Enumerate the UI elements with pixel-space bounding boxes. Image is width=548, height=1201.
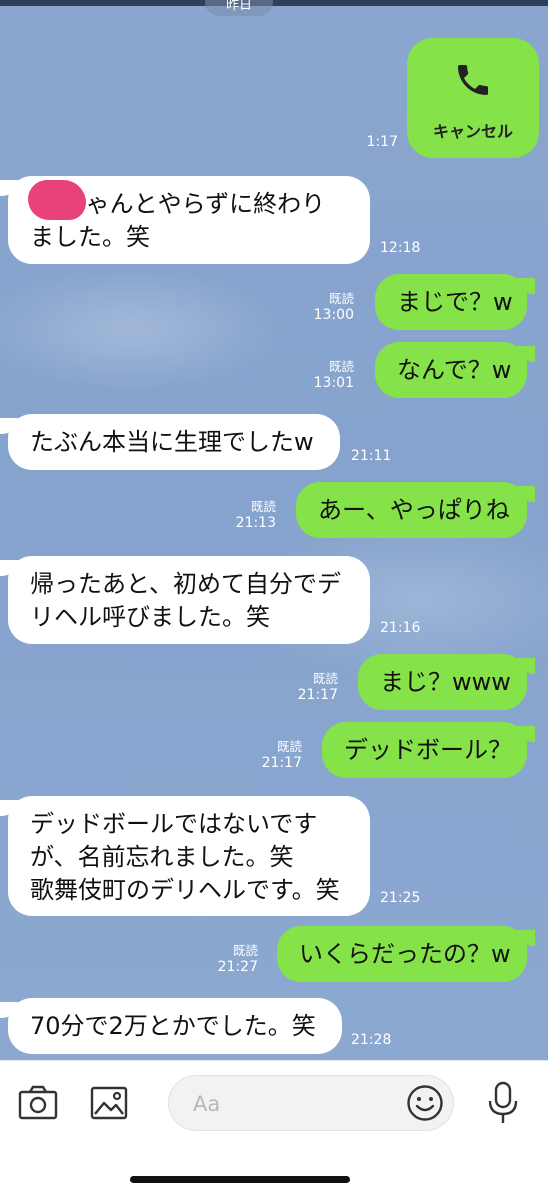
message-time: 21:25 (380, 890, 421, 906)
message-meta: 21:25 (380, 890, 444, 907)
message-text-line: いくらだったの？w (299, 940, 511, 968)
image-icon[interactable] (90, 1086, 128, 1120)
message-meta: 既読 13:00 (290, 290, 354, 324)
message-time: 21:11 (351, 448, 392, 464)
read-receipt: 既読 (312, 671, 338, 686)
message-text-line: 歌舞伎町のデリヘルです。笑 (30, 876, 340, 904)
message-time: 21:16 (380, 620, 421, 636)
camera-icon[interactable] (18, 1085, 58, 1121)
message-time: 13:00 (313, 307, 354, 323)
incoming-message-bubble[interactable]: たぶん本当に生理でしたw (8, 414, 340, 470)
message-text-line: まじ？www (380, 668, 511, 696)
message-time: 21:17 (297, 687, 338, 703)
message-meta: 既読 21:17 (274, 670, 338, 704)
message-text-line: 70分で2万とかでした。笑 (30, 1012, 316, 1040)
message-time: 21:28 (351, 1032, 392, 1048)
call-time: 1:17 (366, 134, 398, 150)
call-label: キャンセル (432, 122, 513, 141)
home-indicator (130, 1176, 350, 1183)
message-meta: 21:16 (380, 620, 444, 637)
read-receipt: 既読 (328, 359, 354, 374)
redaction-mark (28, 180, 86, 220)
message-text-line: リヘル呼びました。笑 (30, 603, 270, 631)
message-text-line: たぶん本当に生理でしたw (30, 428, 314, 456)
message-input[interactable] (191, 1088, 395, 1120)
read-receipt: 既読 (250, 499, 276, 514)
outgoing-message-bubble[interactable]: あー、やっぱりね (296, 482, 527, 538)
outgoing-message-bubble[interactable]: デッドボール？ (322, 722, 527, 778)
read-receipt: 既読 (328, 291, 354, 306)
message-text-line: なんで？w (397, 356, 512, 384)
message-time: 21:13 (235, 515, 276, 531)
message-text-line: デッドボールではないです (30, 810, 318, 838)
read-receipt: 既読 (276, 739, 302, 754)
message-meta: 既読 13:01 (290, 358, 354, 392)
incoming-message-bubble[interactable]: 帰ったあと、初めて自分でデ リヘル呼びました。笑 (8, 556, 370, 644)
emoji-icon[interactable] (406, 1084, 444, 1122)
message-meta: 21:28 (351, 1032, 415, 1049)
incoming-message-bubble[interactable]: デッドボールではないです が、名前忘れました。笑歌舞伎町のデリヘルです。笑 (8, 796, 370, 916)
message-text-line: デッドボール？ (344, 736, 512, 764)
read-receipt: 既読 (232, 943, 258, 958)
message-text-line: まじで？w (397, 288, 513, 316)
message-meta: 12:18 (380, 240, 444, 257)
message-text-line: 帰ったあと、初めて自分でデ (30, 570, 342, 598)
message-text-line: あー、やっぱりね (318, 496, 510, 524)
message-meta: 既読 21:13 (212, 498, 276, 532)
message-time: 12:18 (380, 240, 421, 256)
outgoing-message-bubble[interactable]: いくらだったの？w (277, 926, 527, 982)
message-meta: 21:11 (351, 448, 415, 465)
outgoing-message-bubble[interactable]: まじ？www (358, 654, 527, 710)
message-time: 21:27 (217, 959, 258, 975)
status-bar (0, 0, 548, 6)
message-time: 21:17 (261, 755, 302, 771)
outgoing-message-bubble[interactable]: なんで？w (375, 342, 527, 398)
incoming-message-bubble[interactable]: 70分で2万とかでした。笑 (8, 998, 342, 1054)
message-text-line: ました。笑 (30, 223, 150, 251)
message-meta: 既読 21:27 (194, 942, 258, 976)
message-meta: 既読 21:17 (238, 738, 302, 772)
outgoing-message-bubble[interactable]: まじで？w (375, 274, 527, 330)
date-separator: 昨日 (205, 0, 273, 16)
message-time: 13:01 (313, 375, 354, 391)
microphone-icon[interactable] (486, 1081, 520, 1125)
phone-icon (458, 65, 488, 95)
call-bubble[interactable]: キャンセル (407, 38, 539, 158)
chat-area: 昨日 キャンセル 1:17 ちゃんとやらずに終わり ました。笑 12:18 まじで？w… (0, 0, 548, 1060)
message-text-line: が、名前忘れました。笑 (30, 843, 294, 871)
